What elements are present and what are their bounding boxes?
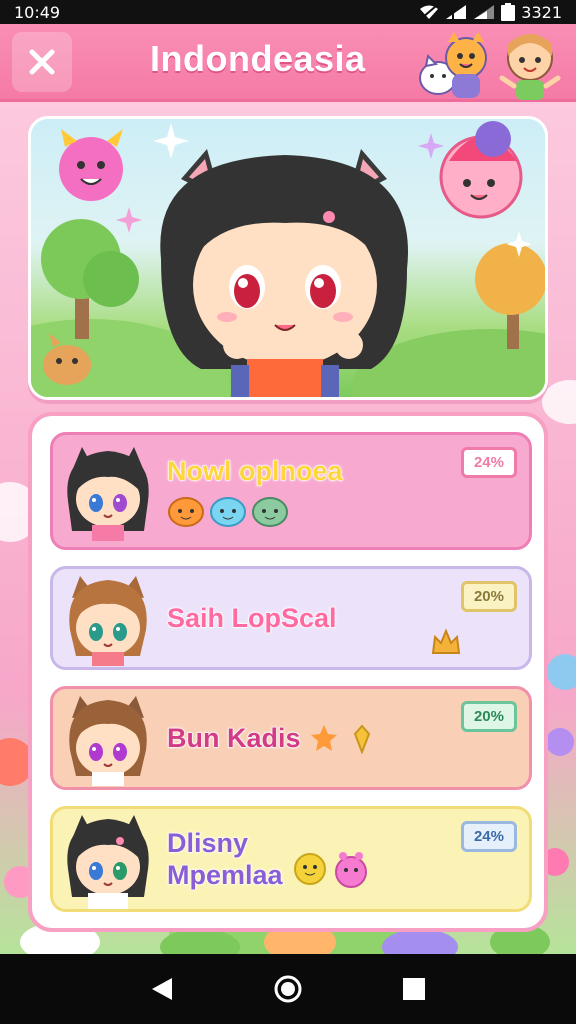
- mascot-girl-icon: [499, 34, 561, 100]
- avatar: [53, 689, 163, 787]
- wifi-icon: [420, 5, 439, 19]
- header-mascots: [414, 28, 562, 102]
- page-title: Indondeasia: [150, 38, 366, 79]
- star-icon: [310, 725, 337, 751]
- progress-badge: 20%: [460, 581, 517, 612]
- orange-blob-icon: [168, 497, 204, 527]
- status-time: 10:49: [14, 2, 61, 22]
- mascot-icon: [419, 32, 487, 98]
- character-list-panel: Nowl oplnoea 24% Saih LopScal 20% Bun Ka…: [28, 412, 548, 932]
- signal-icon: [474, 5, 495, 19]
- sun-blob-icon: [294, 853, 326, 885]
- list-item[interactable]: Nowl oplnoea 24%: [50, 432, 532, 550]
- progress-badge: 20%: [460, 701, 517, 732]
- card-emoji-row: [167, 493, 529, 527]
- recents-icon[interactable]: [402, 977, 426, 1001]
- list-item[interactable]: Dlisny Mpemlaa 24%: [50, 806, 532, 912]
- progress-badge: 24%: [460, 447, 517, 478]
- status-icons: 3321: [419, 3, 562, 22]
- hero-banner: [28, 116, 548, 400]
- flower-icon: [353, 724, 370, 754]
- close-button[interactable]: [12, 32, 72, 92]
- avatar: [53, 435, 163, 547]
- pink-blob-icon: [335, 852, 367, 888]
- signal-icon: [446, 5, 467, 19]
- blue-blob-icon: [210, 497, 246, 527]
- avatar: [53, 569, 163, 667]
- list-item[interactable]: Bun Kadis 20%: [50, 686, 532, 790]
- character-name: Bun Kadis: [167, 723, 302, 754]
- app-bar: Indondeasia: [0, 24, 576, 102]
- status-bar: 10:49 3321: [0, 0, 576, 24]
- system-nav-bar: [0, 954, 576, 1024]
- close-icon: [29, 49, 55, 75]
- avatar: [53, 809, 163, 909]
- hero-illustration: [31, 121, 545, 397]
- battery-icon: [501, 3, 516, 21]
- list-item[interactable]: Saih LopScal 20%: [50, 566, 532, 670]
- progress-badge: 24%: [460, 821, 517, 852]
- character-name: Dlisny Mpemlaa: [167, 828, 284, 891]
- back-icon[interactable]: [150, 976, 174, 1002]
- green-blob-icon: [252, 497, 288, 527]
- crown-icon: [431, 628, 461, 654]
- status-battery-text: 3321: [521, 2, 562, 22]
- home-icon[interactable]: [273, 974, 303, 1004]
